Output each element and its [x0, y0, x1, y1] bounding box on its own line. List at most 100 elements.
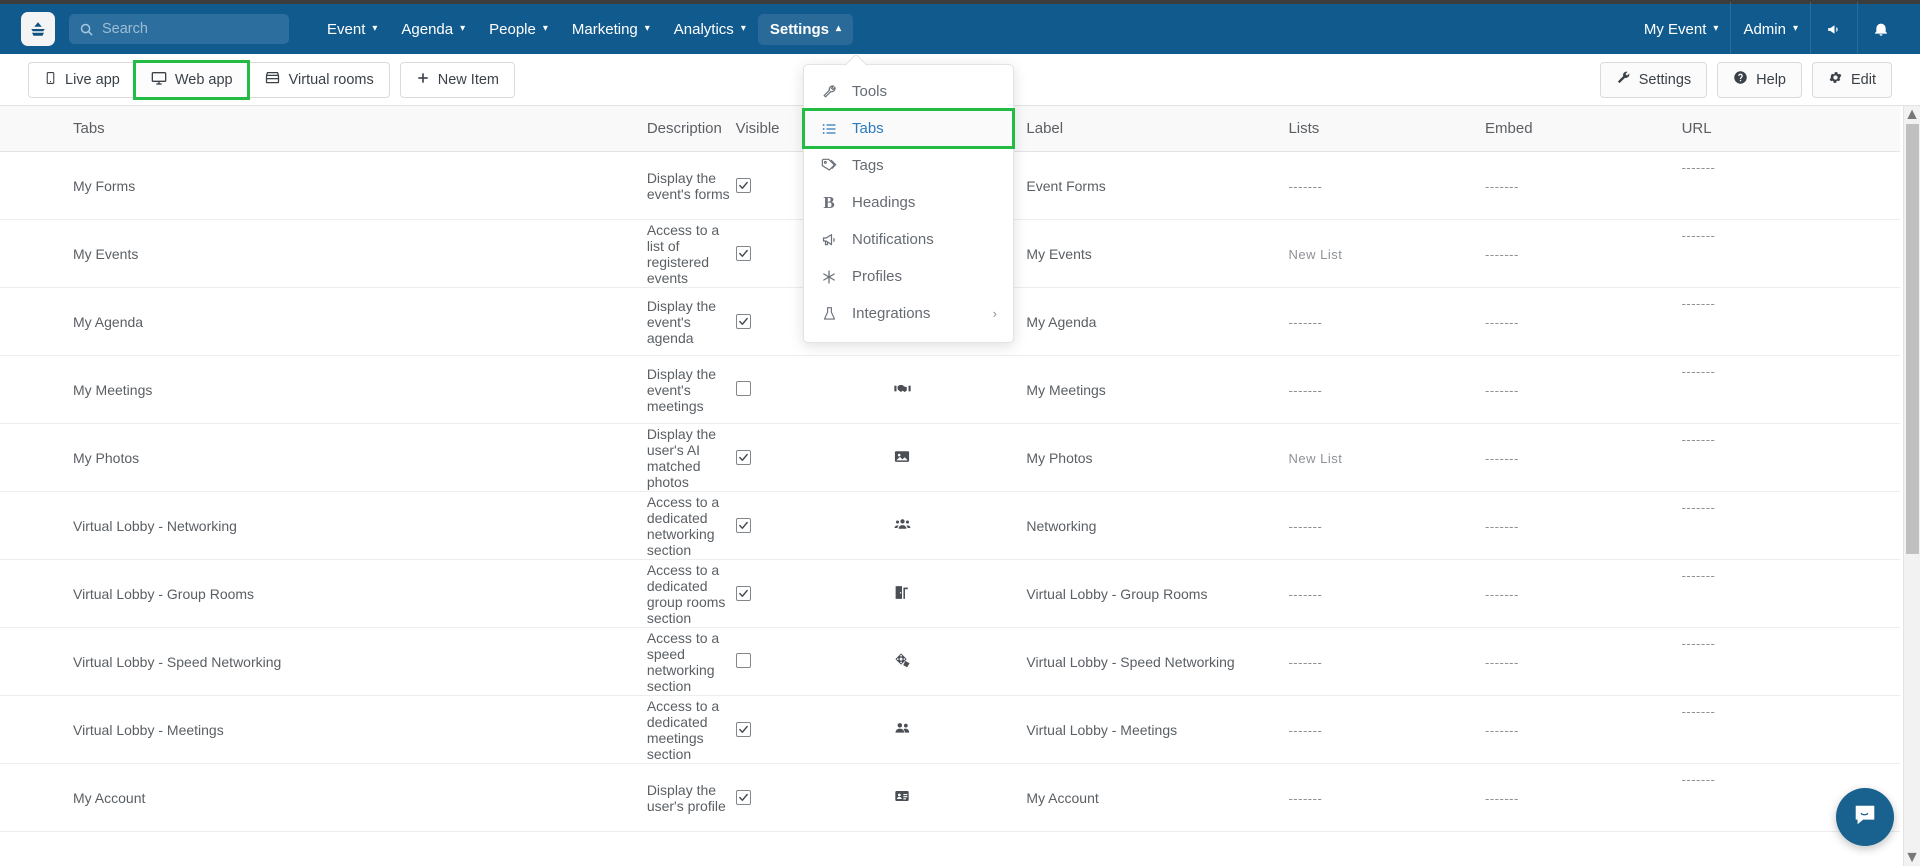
nav-item-people[interactable]: People ▾: [477, 14, 560, 45]
visible-checkbox[interactable]: [736, 178, 751, 193]
column-header-lists[interactable]: Lists: [1288, 106, 1485, 152]
vertical-scrollbar[interactable]: ▲ ▼: [1903, 106, 1920, 866]
column-header-url[interactable]: URL: [1682, 106, 1900, 152]
cell-embed[interactable]: -------: [1485, 696, 1682, 764]
nav-item-event[interactable]: Event ▾: [315, 14, 389, 45]
visible-checkbox[interactable]: [736, 314, 751, 329]
column-header-description[interactable]: Description: [295, 106, 732, 152]
cell-lists[interactable]: -------: [1288, 492, 1485, 560]
megaphone-icon[interactable]: [1811, 2, 1857, 56]
visible-checkbox[interactable]: [736, 722, 751, 737]
cell-url[interactable]: -------: [1682, 492, 1900, 560]
menu-item-notifications[interactable]: Notifications: [804, 221, 1013, 258]
cell-lists[interactable]: New List: [1288, 220, 1485, 288]
cell-visible[interactable]: [732, 696, 863, 764]
cell-url[interactable]: -------: [1682, 424, 1900, 492]
table-row[interactable]: Virtual Lobby - Group RoomsAccess to a d…: [0, 560, 1900, 628]
caret-down-icon[interactable]: ▼: [1904, 849, 1920, 866]
column-header-embed[interactable]: Embed: [1485, 106, 1682, 152]
cell-url[interactable]: -------: [1682, 220, 1900, 288]
cell-visible[interactable]: [732, 628, 863, 696]
id-card-icon: [893, 788, 911, 804]
cell-embed[interactable]: -------: [1485, 220, 1682, 288]
cell-url-value: -------: [1682, 296, 1900, 311]
cell-embed[interactable]: -------: [1485, 628, 1682, 696]
cell-url[interactable]: -------: [1682, 628, 1900, 696]
cell-url-value: -------: [1682, 364, 1900, 379]
cell-lists[interactable]: -------: [1288, 560, 1485, 628]
nav-item-analytics[interactable]: Analytics ▾: [662, 14, 758, 45]
nav-admin[interactable]: Admin ▾: [1731, 14, 1810, 45]
column-header-tabs[interactable]: Tabs: [0, 106, 295, 152]
app-logo-icon[interactable]: [21, 12, 55, 46]
cell-visible[interactable]: [732, 492, 863, 560]
search-input[interactable]: [102, 21, 272, 37]
cell-embed[interactable]: -------: [1485, 492, 1682, 560]
cell-url[interactable]: -------: [1682, 560, 1900, 628]
visible-checkbox[interactable]: [736, 586, 751, 601]
menu-item-tags[interactable]: Tags: [804, 147, 1013, 184]
cell-lists-value: -------: [1288, 655, 1322, 670]
cell-lists[interactable]: -------: [1288, 628, 1485, 696]
cell-embed[interactable]: -------: [1485, 288, 1682, 356]
wrench-icon: [820, 84, 838, 99]
table-row[interactable]: Virtual Lobby - NetworkingAccess to a de…: [0, 492, 1900, 560]
visible-checkbox[interactable]: [736, 381, 751, 396]
menu-item-headings[interactable]: B Headings: [804, 184, 1013, 221]
web-app-button[interactable]: Web app: [135, 62, 248, 98]
column-header-label[interactable]: Label: [1026, 106, 1288, 152]
edit-button[interactable]: Edit: [1812, 62, 1892, 98]
search-box[interactable]: [69, 14, 289, 44]
user-friends-icon: [893, 720, 912, 736]
cell-label: My Account: [1026, 764, 1288, 832]
cell-visible[interactable]: [732, 356, 863, 424]
menu-item-profiles[interactable]: Profiles: [804, 258, 1013, 295]
menu-item-tools[interactable]: Tools: [804, 73, 1013, 110]
cell-embed[interactable]: -------: [1485, 424, 1682, 492]
table-row[interactable]: Virtual Lobby - Speed NetworkingAccess t…: [0, 628, 1900, 696]
nav-my-event[interactable]: My Event ▾: [1632, 14, 1731, 45]
cell-lists[interactable]: -------: [1288, 696, 1485, 764]
caret-up-icon[interactable]: ▲: [1904, 106, 1920, 123]
table-row[interactable]: My MeetingsDisplay the event's meetingsM…: [0, 356, 1900, 424]
cell-url[interactable]: -------: [1682, 152, 1900, 220]
live-app-button[interactable]: Live app: [28, 62, 135, 98]
nav-item-marketing[interactable]: Marketing ▾: [560, 14, 662, 45]
scrollbar-thumb[interactable]: [1906, 124, 1919, 554]
new-item-button[interactable]: New Item: [400, 62, 515, 98]
cell-embed[interactable]: -------: [1485, 356, 1682, 424]
settings-button[interactable]: Settings: [1600, 62, 1707, 98]
cell-embed[interactable]: -------: [1485, 152, 1682, 220]
cell-url[interactable]: -------: [1682, 696, 1900, 764]
visible-checkbox[interactable]: [736, 653, 751, 668]
cell-url[interactable]: -------: [1682, 288, 1900, 356]
visible-checkbox[interactable]: [736, 790, 751, 805]
cell-visible[interactable]: [732, 764, 863, 832]
table-row[interactable]: Virtual Lobby - MeetingsAccess to a dedi…: [0, 696, 1900, 764]
table-row[interactable]: My AccountDisplay the user's profileMy A…: [0, 764, 1900, 832]
virtual-rooms-button[interactable]: Virtual rooms: [248, 62, 390, 98]
nav-item-agenda[interactable]: Agenda ▾: [389, 14, 477, 45]
cell-url[interactable]: -------: [1682, 356, 1900, 424]
help-button[interactable]: Help: [1717, 62, 1802, 98]
chat-launcher-button[interactable]: [1836, 788, 1894, 846]
cell-lists[interactable]: -------: [1288, 152, 1485, 220]
cell-lists[interactable]: New List: [1288, 424, 1485, 492]
menu-item-tabs[interactable]: Tabs: [804, 110, 1013, 147]
visible-checkbox[interactable]: [736, 246, 751, 261]
cell-embed[interactable]: -------: [1485, 764, 1682, 832]
visible-checkbox[interactable]: [736, 518, 751, 533]
cell-lists[interactable]: -------: [1288, 288, 1485, 356]
cell-visible[interactable]: [732, 560, 863, 628]
cell-lists[interactable]: -------: [1288, 356, 1485, 424]
cell-embed[interactable]: -------: [1485, 560, 1682, 628]
visible-checkbox[interactable]: [736, 450, 751, 465]
nav-item-settings[interactable]: Settings ▴: [758, 14, 853, 45]
bell-icon[interactable]: [1858, 2, 1904, 56]
table-row[interactable]: My PhotosDisplay the user's AI matched p…: [0, 424, 1900, 492]
cell-visible[interactable]: [732, 424, 863, 492]
menu-item-integrations[interactable]: Integrations ›: [804, 295, 1013, 332]
cell-lists[interactable]: -------: [1288, 764, 1485, 832]
asterisk-icon: [820, 269, 838, 285]
search-icon: [79, 22, 94, 37]
